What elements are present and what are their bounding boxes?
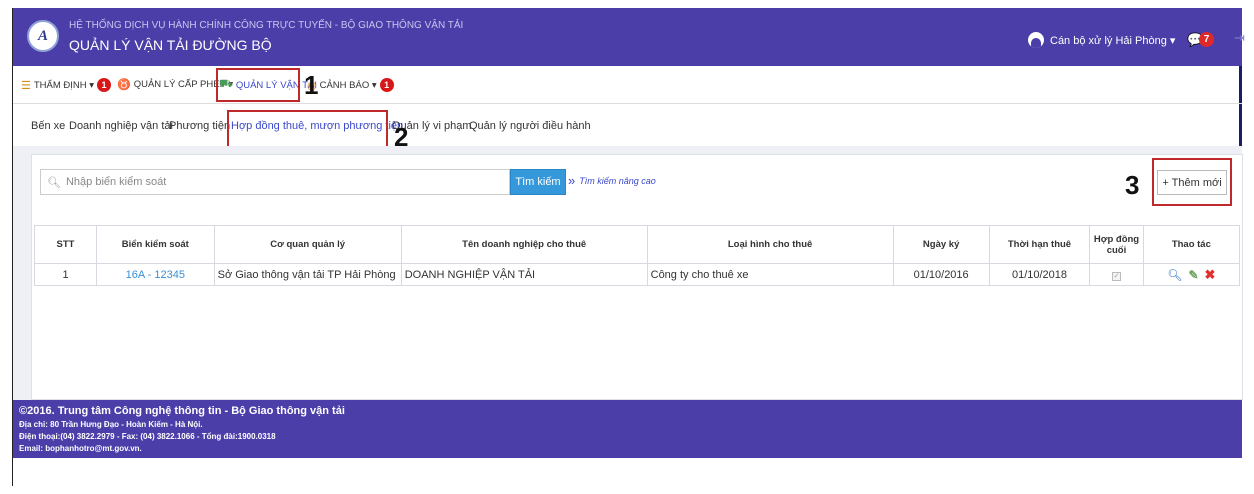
user-avatar-icon <box>1028 32 1044 48</box>
notification-badge: 7 <box>1199 32 1214 47</box>
footer-email: Email: bophanhotro@mt.gov.vn. <box>19 444 142 453</box>
menu-tham-dinh[interactable]: ☰ THẨM ĐỊNH ▾ 1 <box>21 78 112 92</box>
edit-icon[interactable]: ✎ <box>1188 268 1198 282</box>
delete-icon[interactable]: ✖ <box>1205 267 1216 283</box>
plate-link[interactable]: 16A - 12345 <box>126 269 185 281</box>
list-icon: ☰ <box>21 79 31 92</box>
cell-last-contract: ✓ <box>1089 263 1144 286</box>
submenu-phuong-tien[interactable]: Phương tiện <box>169 120 230 132</box>
sub-menu: Bến xe Doanh nghiệp vận tải Phương tiện … <box>13 104 1242 144</box>
user-menu[interactable]: Cán bộ xử lý Hải Phòng ▾ <box>1028 32 1175 48</box>
advanced-search-link[interactable]: » Tìm kiếm nâng cao <box>568 173 656 188</box>
submenu-ben-xe[interactable]: Bến xe <box>31 120 65 132</box>
col-signed: Ngày ký <box>892 225 990 264</box>
menu-canh-bao[interactable]: ◉ CẢNH BÁO ▾ 1 <box>307 78 394 92</box>
annotation-number-1: 1 <box>304 70 319 100</box>
footer: ©2016. Trung tâm Công nghệ thông tin - B… <box>13 400 1242 458</box>
app-header: A HỆ THỐNG DỊCH VỤ HÀNH CHÍNH CÔNG TRỰC … <box>13 8 1245 66</box>
col-type: Loại hình cho thuê <box>646 225 894 264</box>
advanced-search-label: Tìm kiếm nâng cao <box>579 175 656 186</box>
contracts-panel: 🔍︎ Tìm kiếm » Tìm kiếm nâng cao + Thêm m… <box>31 154 1243 400</box>
col-term: Thời hạn thuê <box>988 225 1091 264</box>
last-contract-checkbox: ✓ <box>1111 271 1121 281</box>
contracts-table: STT Biển kiểm soát Cơ quan quản lý Tên d… <box>34 225 1241 286</box>
col-plate: Biển kiểm soát <box>96 225 215 264</box>
search-input[interactable] <box>65 176 486 188</box>
annotation-box-3 <box>1152 158 1232 206</box>
menu-label: THẨM ĐỊNH ▾ <box>33 79 95 91</box>
col-last-contract: Hợp đồng cuối <box>1089 225 1144 264</box>
main-menu: ☰ THẨM ĐỊNH ▾ 1 ♉ QUẢN LÝ CẤP PHÉP ▾ ⛟ Q… <box>13 66 1242 104</box>
cell-actions: 🔍︎ ✎ ✖ <box>1142 263 1241 286</box>
search-button[interactable]: Tìm kiếm <box>510 169 566 195</box>
col-actions: Thao tác <box>1142 225 1241 264</box>
cell-term: 01/10/2018 <box>988 263 1091 286</box>
logout-icon[interactable]: ⇥ <box>1234 30 1245 46</box>
col-company: Tên doanh nghiệp cho thuê <box>400 225 648 264</box>
header-title: QUẢN LÝ VẬN TẢI ĐƯỜNG BỘ <box>69 37 272 53</box>
submenu-doanh-nghiep[interactable]: Doanh nghiệp vận tải <box>69 120 173 132</box>
ministry-logo: A <box>27 20 59 52</box>
footer-phone: Điện thoại:(04) 3822.2979 - Fax: (04) 38… <box>19 432 276 441</box>
search-box: 🔍︎ <box>40 169 510 195</box>
annotation-number-3: 3 <box>1125 170 1140 200</box>
cell-stt: 1 <box>34 263 97 286</box>
chevron-right-icon: » <box>568 173 576 188</box>
certificate-icon: ♉ <box>117 79 131 91</box>
col-stt: STT <box>34 225 97 264</box>
cell-type: Công ty cho thuê xe <box>646 263 894 286</box>
submenu-quan-ly-nguoi-dieu-hanh[interactable]: Quản lý người điều hành <box>469 120 591 132</box>
table-row: 1 16A - 12345 Sở Giao thông vận tải TP H… <box>34 263 1241 286</box>
annotation-box-2 <box>227 110 388 148</box>
annotation-box-1 <box>216 68 300 102</box>
cell-plate: 16A - 12345 <box>96 263 215 286</box>
footer-address: Địa chỉ: 80 Trần Hưng Đạo - Hoàn Kiếm - … <box>19 420 203 429</box>
cell-company: DOANH NGHIỆP VẬN TẢI <box>400 263 648 286</box>
footer-copyright: ©2016. Trung tâm Công nghệ thông tin - B… <box>19 405 345 417</box>
menu-badge: 1 <box>379 78 394 92</box>
search-icon: 🔍︎ <box>47 176 61 189</box>
user-name: Cán bộ xử lý Hải Phòng ▾ <box>1050 34 1176 47</box>
notifications-button[interactable]: 💬 7 <box>1187 30 1225 50</box>
header-subtitle: HỆ THỐNG DỊCH VỤ HÀNH CHÍNH CÔNG TRỰC TU… <box>69 20 464 31</box>
col-agency: Cơ quan quản lý <box>213 225 402 264</box>
cell-agency: Sở Giao thông vận tải TP Hải Phòng <box>213 263 402 286</box>
menu-badge: 1 <box>97 78 112 92</box>
cell-signed: 01/10/2016 <box>892 263 990 286</box>
view-icon[interactable]: 🔍︎ <box>1167 268 1182 282</box>
content-area: 🔍︎ Tìm kiếm » Tìm kiếm nâng cao + Thêm m… <box>13 146 1243 400</box>
table-header-row: STT Biển kiểm soát Cơ quan quản lý Tên d… <box>34 225 1241 264</box>
menu-label: CẢNH BÁO ▾ <box>319 79 377 91</box>
